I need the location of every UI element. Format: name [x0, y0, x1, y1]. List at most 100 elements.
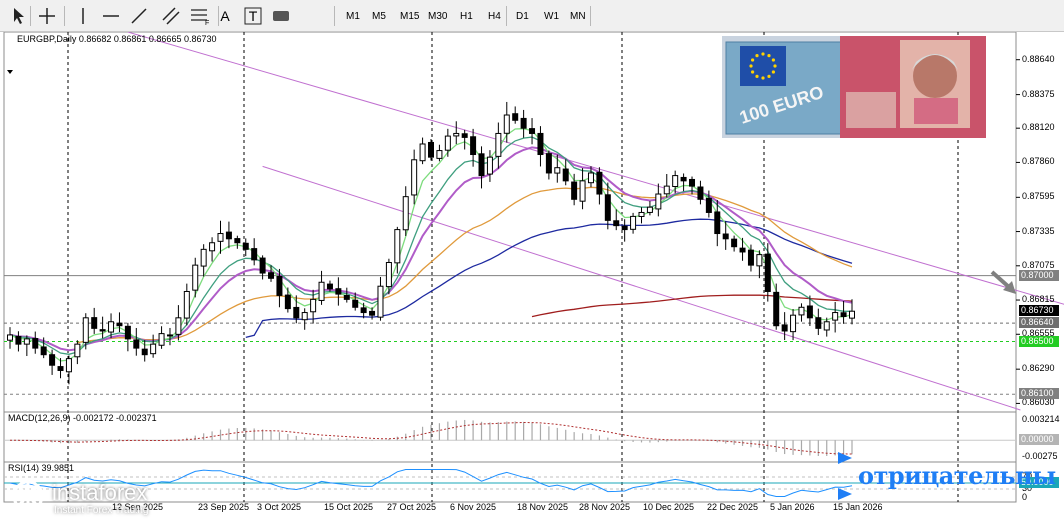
timeframe-h4-button[interactable]: H4 — [484, 5, 505, 27]
horizontal-line-icon — [103, 15, 119, 17]
macd-header: MACD(12,26,9) -0.002172 -0.002371 — [8, 413, 157, 423]
y-tick-label: 0.86815 — [1022, 294, 1055, 305]
label-tool-button[interactable]: T — [242, 5, 264, 27]
vertical-line-tool-button[interactable] — [72, 5, 94, 27]
bear-candle — [225, 231, 232, 240]
timeframe-m5-button[interactable]: M5 — [368, 5, 390, 27]
crosshair-tool-button[interactable] — [36, 5, 58, 27]
bear-candle — [621, 225, 628, 231]
bear-candle — [470, 136, 477, 156]
eu-flag — [740, 46, 786, 86]
bear-candle — [840, 312, 847, 317]
cursor-tool-button[interactable] — [8, 5, 30, 27]
y-tick-label: 0.86290 — [1022, 363, 1055, 374]
bull-candle — [503, 114, 510, 134]
bear-candle — [562, 168, 569, 182]
bear-candle — [512, 113, 519, 121]
bear-candle — [461, 133, 468, 138]
bear-candle — [57, 366, 64, 371]
bear-candle — [815, 317, 822, 329]
y-tick-label: 0.87335 — [1022, 225, 1055, 236]
svg-text:A: A — [220, 8, 230, 24]
logo-icon — [12, 480, 44, 512]
portrait-shoulders — [914, 98, 958, 124]
eu-star — [771, 58, 775, 62]
bull-candle — [646, 206, 653, 213]
instaforex-logo: instaforex Instant Forex Trading — [8, 472, 180, 518]
logo-tagline: Instant Forex Trading — [54, 505, 149, 516]
bear-candle — [284, 294, 291, 310]
crosshair-icon — [39, 8, 55, 24]
fibonacci-icon: F — [191, 9, 209, 27]
bear-candle — [326, 283, 333, 290]
bear-candle — [739, 247, 746, 253]
bear-candle — [747, 249, 754, 266]
y-tick-label: 0.88375 — [1022, 88, 1055, 99]
y-tick-label: 0.87595 — [1022, 191, 1055, 202]
bull-candle — [318, 281, 325, 301]
bull-candle — [200, 248, 207, 267]
bull-candle — [823, 321, 830, 331]
bear-candle — [697, 186, 704, 200]
timeframe-h1-button[interactable]: H1 — [456, 5, 477, 27]
toolbar-separator — [30, 6, 31, 26]
timeframe-mn-button[interactable]: MN — [566, 5, 590, 27]
eu-star — [755, 54, 759, 58]
bull-candle — [453, 132, 460, 137]
bear-candle — [242, 242, 249, 250]
bear-candle — [116, 322, 123, 327]
bull-candle — [486, 156, 493, 175]
bull-candle — [402, 196, 409, 231]
bear-candle — [15, 335, 22, 345]
eu-star — [751, 70, 755, 74]
fibonacci-tool-button[interactable]: F — [188, 5, 210, 27]
bear-candle — [722, 233, 729, 240]
shapes-icon — [273, 11, 289, 21]
svg-text:T: T — [249, 8, 258, 24]
macd-y-tick: 0.003214 — [1022, 414, 1060, 425]
bear-candle — [293, 306, 300, 319]
channel-tool-button[interactable] — [160, 5, 182, 27]
bear-candle — [369, 310, 376, 316]
bear-candle — [91, 317, 98, 329]
shapes-tool-button[interactable] — [270, 5, 292, 27]
bull-candle — [301, 312, 308, 321]
bull-candle — [663, 185, 670, 195]
bear-candle — [705, 197, 712, 213]
price-marker: 0.86730 — [1019, 305, 1059, 317]
logo-brand: instaforex — [52, 480, 148, 505]
trendline-icon — [131, 8, 147, 24]
vertical-line-icon — [82, 8, 84, 24]
eu-star — [773, 64, 777, 68]
toolbar-separator — [64, 6, 65, 26]
bull-candle — [638, 211, 645, 217]
bear-candle — [571, 181, 578, 200]
timeframe-m30-button[interactable]: M30 — [424, 5, 451, 27]
timeframe-m15-button[interactable]: M15 — [396, 5, 423, 27]
rsi-level-label: 0 — [1022, 492, 1028, 502]
bull-candle — [798, 306, 805, 316]
timeframe-d1-button[interactable]: D1 — [512, 5, 533, 27]
bear-candle — [268, 272, 275, 279]
bull-candle — [192, 264, 199, 291]
timeframe-w1-button[interactable]: W1 — [540, 5, 563, 27]
bull-candle — [579, 180, 586, 202]
bull-candle — [756, 254, 763, 267]
price-marker: 0.86100 — [1019, 388, 1059, 400]
timeframe-m1-button[interactable]: M1 — [342, 5, 364, 27]
bear-candle — [99, 329, 106, 332]
bear-candle — [133, 339, 140, 349]
eu-star — [751, 58, 755, 62]
bull-candle — [175, 317, 182, 335]
toolbar-separator — [218, 6, 219, 26]
toolbar-separator — [506, 6, 507, 26]
bull-candle — [832, 312, 839, 321]
eu-star — [755, 74, 759, 78]
bull-candle — [655, 193, 662, 210]
eu-star — [771, 70, 775, 74]
trendline-tool-button[interactable] — [128, 5, 150, 27]
horizontal-line-tool-button[interactable] — [100, 5, 122, 27]
bull-candle — [411, 159, 418, 196]
bull-candle — [385, 262, 392, 288]
y-tick-label: 0.88120 — [1022, 122, 1055, 133]
